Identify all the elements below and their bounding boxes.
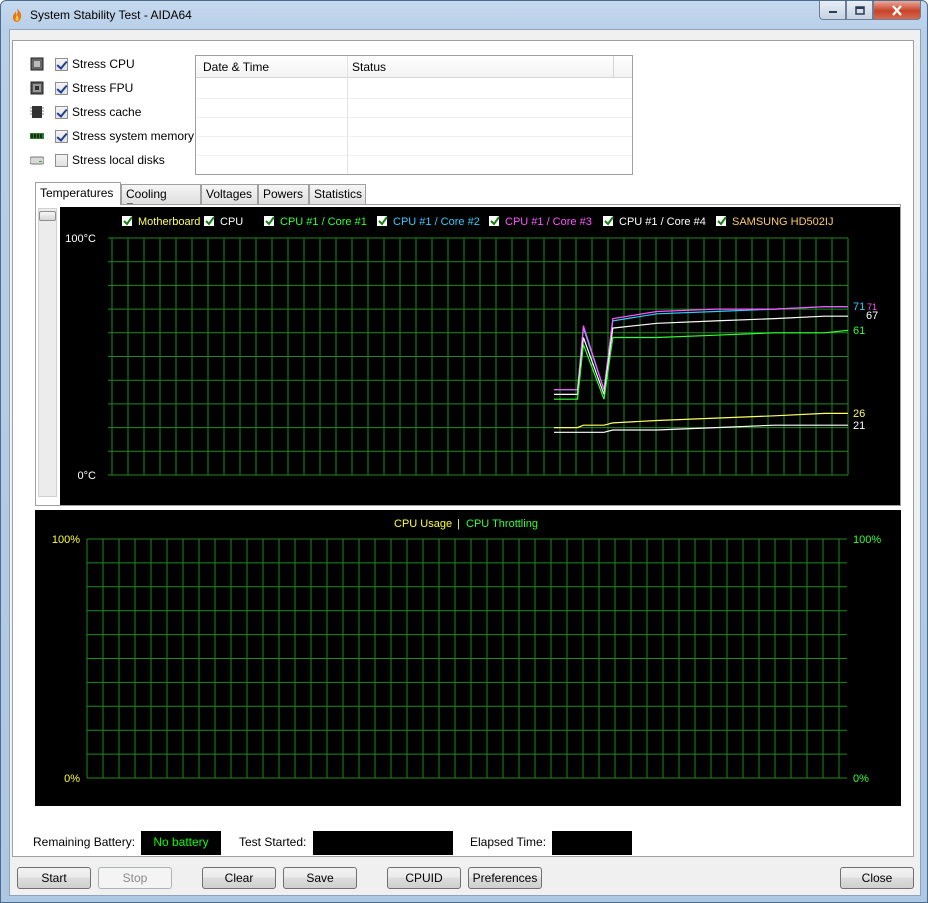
cache-icon bbox=[30, 106, 44, 118]
history-scrollbar[interactable] bbox=[38, 208, 57, 497]
usage-left-top-label: 100% bbox=[52, 534, 80, 546]
column-status[interactable]: Status bbox=[352, 60, 386, 74]
content-panel: Stress CPU Stress FPU Stress cache Stres… bbox=[12, 40, 914, 857]
fpu-icon bbox=[30, 81, 44, 95]
stress-cache-checkbox[interactable] bbox=[55, 105, 68, 119]
tab-voltages[interactable]: Voltages bbox=[201, 184, 258, 204]
stress-disks-option[interactable]: Stress local disks bbox=[30, 151, 165, 169]
stress-cache-option[interactable]: Stress cache bbox=[30, 103, 141, 121]
stress-fpu-option[interactable]: Stress FPU bbox=[30, 79, 133, 97]
stress-memory-checkbox[interactable] bbox=[55, 129, 68, 143]
disk-icon bbox=[30, 156, 44, 165]
elapsed-time-value bbox=[552, 831, 632, 855]
window-title: System Stability Test - AIDA64 bbox=[30, 8, 192, 22]
stress-fpu-checkbox[interactable] bbox=[55, 81, 68, 95]
temp-end-value: 61 bbox=[853, 325, 865, 337]
legend-item-label: CPU bbox=[220, 216, 243, 228]
temperatures-panel: Motherboard CPU CPU #1 / Core #1 CPU #1 / C… bbox=[35, 204, 901, 506]
cpu-usage-graph: CPU Usage | CPU Throttling 100% 0% 100% … bbox=[35, 510, 901, 806]
battery-label: Remaining Battery: bbox=[33, 835, 136, 849]
scroll-thumb[interactable] bbox=[39, 211, 56, 221]
legend-item-label: SAMSUNG HD502IJ bbox=[732, 216, 833, 228]
legend-item-label: CPU #1 / Core #2 bbox=[393, 216, 480, 228]
tab-cooling-fans[interactable]: Cooling Fans bbox=[121, 184, 201, 215]
row-line bbox=[196, 98, 632, 99]
stop-button[interactable]: Stop bbox=[98, 867, 172, 889]
preferences-button[interactable]: Preferences bbox=[468, 867, 542, 889]
log-header: Date & Time Status bbox=[196, 56, 632, 78]
cpu-icon bbox=[30, 57, 44, 71]
legend-item-label: CPU #1 / Core #3 bbox=[505, 216, 592, 228]
close-icon bbox=[892, 4, 902, 16]
temp-end-value: 67 bbox=[866, 310, 878, 322]
column-date-time[interactable]: Date & Time bbox=[203, 60, 269, 74]
battery-value-box: No battery bbox=[141, 831, 221, 855]
stress-cache-label: Stress cache bbox=[72, 105, 142, 119]
elapsed-time-label: Elapsed Time: bbox=[470, 835, 547, 849]
usage-right-bottom-label: 0% bbox=[853, 773, 869, 785]
row-line bbox=[196, 136, 632, 137]
minimize-icon bbox=[828, 11, 837, 13]
legend-item-label: CPU #1 / Core #1 bbox=[280, 216, 367, 228]
usage-right-top-label: 100% bbox=[853, 534, 881, 546]
title-bar[interactable]: System Stability Test - AIDA64 bbox=[1, 1, 927, 29]
usage-legend-cpu-usage: CPU Usage bbox=[394, 518, 452, 530]
stress-fpu-label: Stress FPU bbox=[72, 81, 134, 95]
temp-end-value: 21 bbox=[853, 420, 865, 432]
minimize-button[interactable] bbox=[819, 1, 846, 20]
event-log-list[interactable]: Date & Time Status bbox=[195, 55, 633, 175]
usage-legend-separator: | bbox=[457, 518, 460, 530]
title-close-button[interactable] bbox=[873, 1, 921, 20]
aida64-flame-icon bbox=[12, 8, 22, 22]
temp-end-value: 71 bbox=[853, 301, 865, 313]
stress-disks-label: Stress local disks bbox=[72, 153, 165, 167]
tab-temperatures[interactable]: Temperatures bbox=[35, 182, 121, 205]
column-divider bbox=[613, 56, 614, 78]
memory-icon bbox=[30, 133, 44, 139]
save-button[interactable]: Save bbox=[283, 867, 357, 889]
usage-left-bottom-label: 0% bbox=[64, 773, 80, 785]
close-button[interactable]: Close bbox=[840, 867, 914, 889]
stress-cpu-checkbox[interactable] bbox=[55, 57, 68, 71]
stress-memory-label: Stress system memory bbox=[72, 129, 195, 143]
stress-memory-option[interactable]: Stress system memory bbox=[30, 127, 194, 145]
column-divider bbox=[347, 56, 348, 174]
battery-value: No battery bbox=[153, 835, 209, 849]
test-started-label: Test Started: bbox=[239, 835, 307, 849]
temp-axis-top-label: 100°C bbox=[65, 233, 96, 245]
temp-end-value: 26 bbox=[853, 408, 865, 420]
app-window: System Stability Test - AIDA64 Stress CP… bbox=[0, 0, 928, 903]
row-line bbox=[196, 117, 632, 118]
client-area: Stress CPU Stress FPU Stress cache Stres… bbox=[9, 29, 921, 896]
tab-powers[interactable]: Powers bbox=[258, 184, 309, 204]
test-started-value bbox=[313, 831, 453, 855]
temp-axis-bottom-label: 0°C bbox=[78, 470, 97, 482]
tab-statistics[interactable]: Statistics bbox=[309, 184, 366, 204]
clear-button[interactable]: Clear bbox=[202, 867, 276, 889]
legend-item-label: Motherboard bbox=[138, 216, 200, 228]
maximize-button[interactable] bbox=[846, 1, 873, 20]
stress-cpu-label: Stress CPU bbox=[72, 57, 135, 71]
stress-disks-checkbox[interactable] bbox=[55, 153, 68, 167]
start-button[interactable]: Start bbox=[17, 867, 91, 889]
cpuid-button[interactable]: CPUID bbox=[387, 867, 461, 889]
row-line bbox=[196, 155, 632, 156]
stress-cpu-option[interactable]: Stress CPU bbox=[30, 55, 135, 73]
temperature-graph: Motherboard CPU CPU #1 / Core #1 CPU #1 / C… bbox=[60, 207, 900, 505]
maximize-icon bbox=[854, 5, 865, 15]
legend-item-label: CPU #1 / Core #4 bbox=[619, 216, 706, 228]
usage-legend-cpu-throttling: CPU Throttling bbox=[466, 518, 538, 530]
